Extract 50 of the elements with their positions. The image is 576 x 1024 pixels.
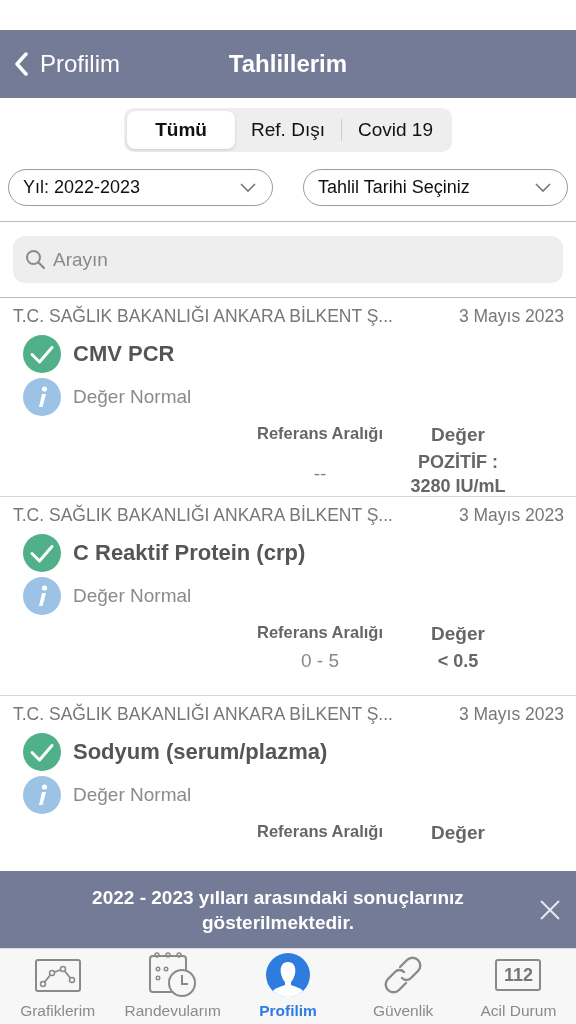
tab-bar-item[interactable]: Randevularım — [115, 949, 231, 1024]
segment-tab[interactable]: Ref. Dışı — [235, 111, 341, 149]
tab-bar-item[interactable]: 112 Acil Durum — [460, 949, 576, 1024]
tab-bar-item[interactable]: Profilim — [230, 949, 346, 1024]
tab-bar-item[interactable]: Güvenlik — [345, 949, 461, 1024]
calendar-clock-icon — [148, 952, 197, 998]
reference-range: -- — [312, 463, 328, 485]
institution-name: T.C. SAĞLIK BAKANLIĞI ANKARA BİLKENT Ş... — [13, 505, 393, 526]
segment-tab[interactable]: Tümü — [127, 111, 236, 149]
segment-tab[interactable]: Covid 19 — [341, 111, 449, 149]
status-text: Değer Normal — [73, 585, 192, 607]
back-chevron-icon — [14, 52, 30, 76]
status-text: Değer Normal — [73, 386, 192, 408]
result-date: 3 Mayıs 2023 — [458, 704, 564, 725]
page-title: Tahlillerim — [228, 50, 348, 78]
check-circle-icon — [23, 534, 61, 572]
column-header: Değer — [430, 424, 486, 446]
info-circle-icon — [23, 776, 61, 814]
person-icon — [266, 953, 310, 997]
tab-bar-item[interactable]: Grafiklerim — [0, 949, 116, 1024]
reference-range: 0 - 5 — [300, 650, 340, 672]
test-name: C Reaktif Protein (crp) — [73, 540, 306, 566]
test-name: Sodyum (serum/plazma) — [73, 739, 328, 765]
column-header: Değer — [430, 822, 486, 844]
line-chart-icon — [34, 958, 81, 992]
column-header: Referans Aralığı — [256, 424, 384, 444]
test-name: CMV PCR — [73, 341, 175, 367]
result-date: 3 Mayıs 2023 — [458, 306, 564, 327]
close-button[interactable] — [540, 899, 560, 920]
emergency-number-icon: 112 — [495, 959, 542, 991]
close-icon — [540, 899, 560, 920]
column-header: Değer — [430, 623, 486, 645]
toast-message: 2022 - 2023 yılları arasındaki sonuçlarınız gösterilmektedir. — [91, 885, 465, 935]
chevron-down-icon — [240, 182, 256, 193]
search-icon — [25, 249, 45, 269]
result-value: < 0.5 — [436, 650, 480, 673]
chevron-down-icon — [535, 182, 551, 193]
check-circle-icon — [23, 733, 61, 771]
column-header: Referans Aralığı — [256, 623, 384, 643]
result-value: POZİTİF : 3280 IU/mL — [409, 451, 507, 496]
search-field[interactable]: Arayın — [13, 236, 563, 283]
info-circle-icon — [23, 378, 61, 416]
status-text: Değer Normal — [73, 784, 192, 806]
check-circle-icon — [23, 335, 61, 373]
back-button[interactable]: Profilim — [14, 50, 120, 78]
institution-name: T.C. SAĞLIK BAKANLIĞI ANKARA BİLKENT Ş... — [13, 306, 393, 327]
column-header: Referans Aralığı — [256, 822, 384, 842]
info-circle-icon — [23, 577, 61, 615]
result-date: 3 Mayıs 2023 — [458, 505, 564, 526]
institution-name: T.C. SAĞLIK BAKANLIĞI ANKARA BİLKENT Ş... — [13, 704, 393, 725]
